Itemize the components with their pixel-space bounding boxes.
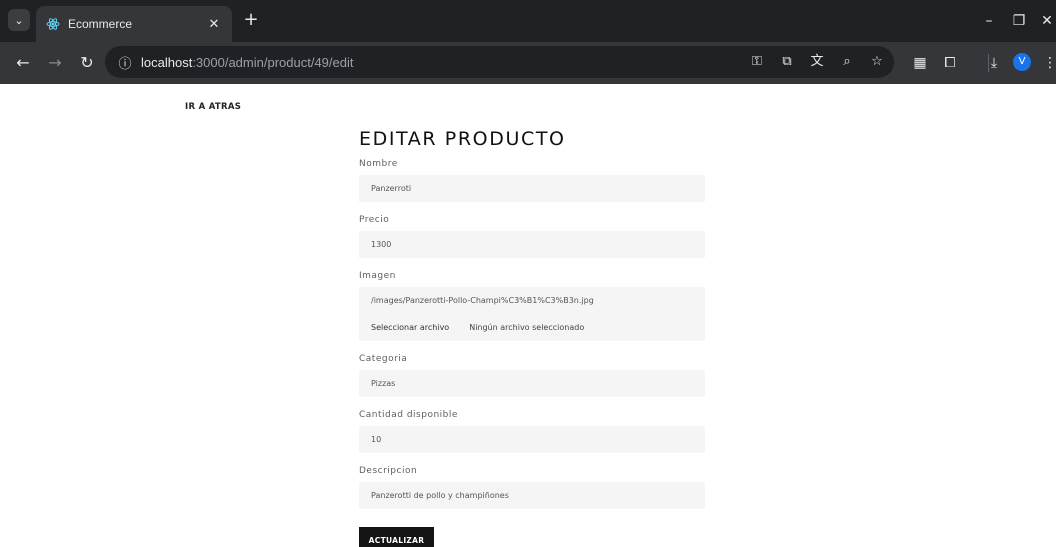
window-close-icon[interactable]: ✕ [1038,12,1056,30]
actualizar-button[interactable]: ACTUALIZAR [359,527,434,547]
new-tab-plus-icon[interactable]: + [240,9,262,31]
downloads-icon[interactable]: ⤓ [984,52,1004,74]
descripcion-input[interactable]: Panzerotti de pollo y champiñones [359,482,705,509]
browser-menu-icon[interactable]: ⋮ [1040,52,1056,74]
profile-avatar[interactable]: V [1013,53,1031,71]
reload-icon[interactable]: ↻ [76,52,98,74]
categoria-label: Categoria [359,354,408,364]
cantidad-input[interactable]: 10 [359,426,705,453]
react-favicon-icon [46,17,60,31]
precio-label: Precio [359,215,390,225]
extension-icon[interactable]: ▦ [910,52,930,74]
url-text: localhost:3000/admin/product/49/edit [141,54,354,70]
minimize-icon[interactable]: – [980,12,998,30]
file-picker: Seleccionar archivo Ningún archivo selec… [371,314,693,341]
browser-tab[interactable]: Ecommerce ✕ [36,6,232,42]
forward-arrow-icon[interactable]: → [44,52,66,74]
page-title: EDITAR PRODUCTO [359,128,566,150]
imagen-path-input[interactable]: /images/Panzerotti-Pollo-Champi%C3%B1%C3… [371,287,693,314]
tab-close-icon[interactable]: ✕ [206,17,222,32]
browser-tab-bar: ⌄ Ecommerce ✕ + – ❐ ✕ [0,0,1056,42]
tab-search-chevron-icon[interactable]: ⌄ [8,9,30,31]
extensions-puzzle-icon[interactable]: ⧠ [940,52,960,74]
select-file-button[interactable]: Seleccionar archivo [371,323,449,332]
site-info-icon[interactable]: ⓘ [117,54,133,72]
file-status-text: Ningún archivo seleccionado [469,323,585,332]
bookmark-star-icon[interactable]: ☆ [868,51,886,73]
nombre-input[interactable]: Panzerroti [359,175,705,202]
translate-icon[interactable]: 文 [808,51,826,73]
back-link[interactable]: IR A ATRAS [185,102,241,112]
install-app-icon[interactable]: ⧉ [778,51,796,73]
cantidad-label: Cantidad disponible [359,410,458,420]
address-bar[interactable]: ⓘ localhost:3000/admin/product/49/edit ⚿… [105,46,894,78]
zoom-icon[interactable]: ⌕ [838,51,856,73]
categoria-input[interactable]: Pizzas [359,370,705,397]
nombre-label: Nombre [359,159,398,169]
edit-product-form: EDITAR PRODUCTO Nombre Panzerroti Precio… [359,128,705,547]
tab-title: Ecommerce [68,17,133,31]
password-key-icon[interactable]: ⚿ [748,51,766,73]
back-arrow-icon[interactable]: ← [12,52,34,74]
precio-input[interactable]: 1300 [359,231,705,258]
imagen-field: /images/Panzerotti-Pollo-Champi%C3%B1%C3… [359,287,705,341]
restore-icon[interactable]: ❐ [1010,12,1028,30]
imagen-label: Imagen [359,271,396,281]
descripcion-label: Descripcion [359,466,418,476]
